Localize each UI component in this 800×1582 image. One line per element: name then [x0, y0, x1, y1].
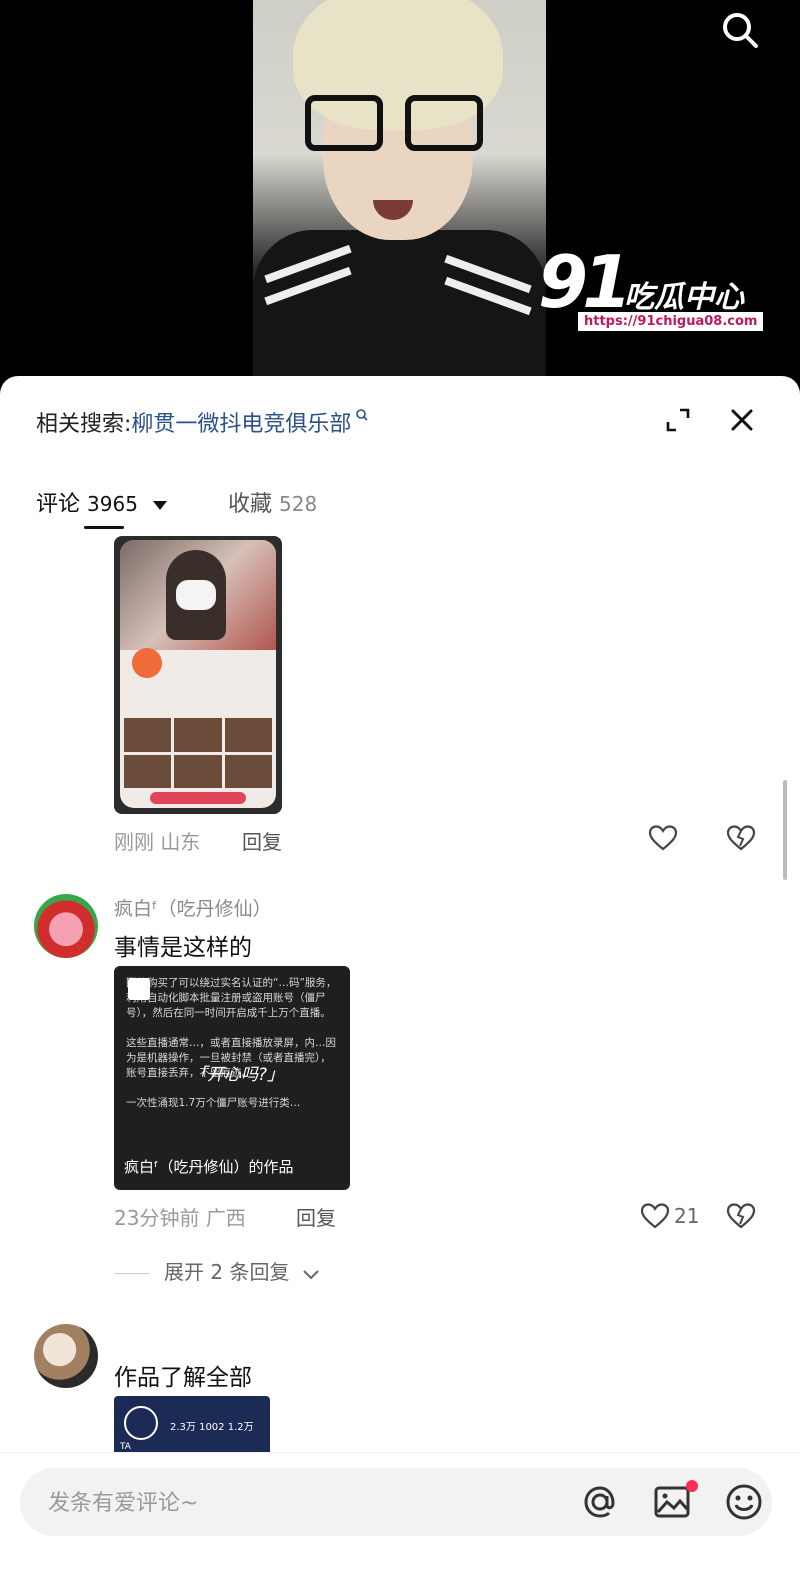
- related-search-label: 相关搜索:: [36, 412, 132, 437]
- comment-meta: 23分钟前 广西: [114, 1202, 246, 1231]
- close-icon[interactable]: [728, 406, 756, 434]
- comment-input[interactable]: [46, 1468, 530, 1538]
- chevron-down-icon: [303, 1269, 319, 1279]
- tab-favorites-label: 收藏: [228, 492, 273, 517]
- at-icon[interactable]: [580, 1482, 620, 1522]
- caret-down-icon[interactable]: [152, 500, 167, 510]
- comment-meta: 刚刚 山东: [114, 826, 200, 855]
- related-search-query[interactable]: 柳贯一微抖电竞俱乐部: [131, 412, 351, 437]
- media-caption: 疯白ᶠ（吃丹修仙）的作品: [124, 1158, 294, 1176]
- comment-input-bar: [0, 1452, 800, 1582]
- comment-text: 作品了解全部: [114, 1365, 252, 1391]
- scrollbar[interactable]: [783, 780, 787, 880]
- shirt: [253, 230, 546, 385]
- emoji-icon[interactable]: [724, 1482, 764, 1522]
- video-frame: [253, 0, 546, 385]
- tab-comments[interactable]: 评论 3965: [36, 486, 167, 518]
- comment-panel: 相关搜索:柳贯一微抖电竞俱乐部 评论 3965 收藏 528 刚刚 山东 回复 …: [0, 376, 800, 1582]
- watermark-url: https://91chigua08.com: [578, 312, 764, 331]
- expand-icon[interactable]: [664, 406, 692, 434]
- avatar[interactable]: [34, 1324, 98, 1388]
- heart-icon[interactable]: [640, 1202, 670, 1230]
- search-small-icon: [356, 409, 369, 421]
- watermark: 91 吃瓜中心 https://91chigua08.com: [538, 246, 768, 338]
- tab-favorites[interactable]: 收藏 528: [228, 486, 317, 518]
- tab-comments-count: 3965: [87, 492, 138, 516]
- comment-time: 刚刚: [114, 830, 154, 854]
- comment-time: 23分钟前: [114, 1206, 200, 1230]
- comment-location: 广西: [205, 1206, 246, 1230]
- video-player[interactable]: 91 吃瓜中心 https://91chigua08.com: [0, 0, 800, 385]
- tab-comments-label: 评论: [36, 492, 81, 517]
- expand-replies-label: 展开 2 条回复: [164, 1260, 290, 1284]
- comment-username[interactable]: 疯白ᶠ（吃丹修仙）: [114, 894, 272, 921]
- reply-button[interactable]: 回复: [242, 826, 282, 855]
- watermark-logo-text: 吃瓜中心: [624, 280, 744, 315]
- media-center-text: 「开心吗?」: [190, 1065, 285, 1085]
- tab-active-underline: [84, 526, 124, 529]
- comment-location: 山东: [160, 830, 201, 854]
- avatar[interactable]: [34, 894, 98, 958]
- watermark-logo-number: 91: [538, 240, 632, 324]
- heart-icon[interactable]: [648, 824, 678, 852]
- expand-replies-button[interactable]: 展开 2 条回复: [114, 1256, 320, 1285]
- comment-media-thumbnail[interactable]: 2.3万 1002 1.2万 TA: [114, 1396, 270, 1456]
- comment-media-thumbnail[interactable]: [114, 536, 282, 814]
- search-icon[interactable]: [720, 10, 760, 50]
- media-ta: TA: [120, 1442, 131, 1452]
- comment-text: 事情是这样的: [114, 935, 252, 961]
- image-placeholder-icon: [128, 978, 150, 1000]
- comment-media-thumbnail[interactable]: 团伙购买了可以绕过实名认证的“…码”服务，利用自动化脚本批量注册或盗用账号（僵尸…: [114, 966, 350, 1190]
- related-search[interactable]: 相关搜索:柳贯一微抖电竞俱乐部: [36, 406, 369, 438]
- notification-dot: [686, 1480, 698, 1492]
- like-count: 21: [674, 1204, 700, 1228]
- glasses: [305, 95, 495, 155]
- comment-input-container: [20, 1468, 772, 1538]
- reply-button[interactable]: 回复: [296, 1202, 336, 1231]
- broken-heart-icon[interactable]: [726, 1202, 756, 1230]
- broken-heart-icon[interactable]: [726, 824, 756, 852]
- tab-favorites-count: 528: [279, 492, 318, 516]
- media-text: 团伙购买了可以绕过实名认证的“…码”服务，利用自动化脚本批量注册或盗用账号（僵尸…: [126, 977, 337, 1109]
- media-stats: 2.3万 1002 1.2万: [170, 1422, 254, 1433]
